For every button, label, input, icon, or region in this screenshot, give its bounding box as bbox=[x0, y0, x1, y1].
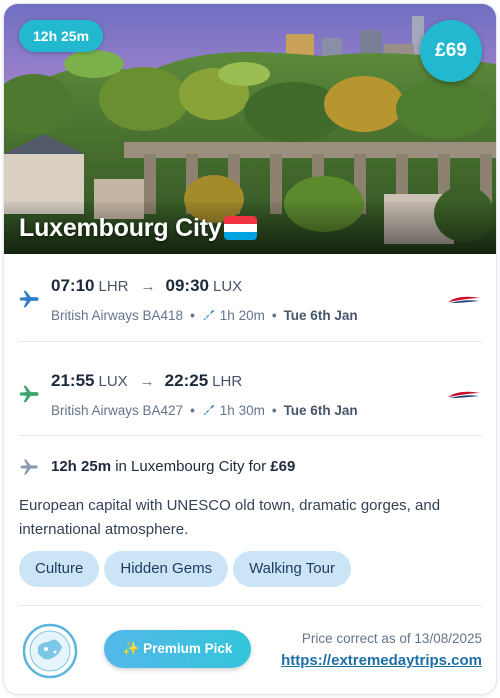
divider bbox=[19, 605, 482, 606]
hero-image: 12h 25m £69 Luxembourg City bbox=[4, 4, 496, 254]
british-airways-logo bbox=[448, 391, 480, 398]
tag-culture[interactable]: Culture bbox=[19, 551, 100, 587]
depart-time: 07:10 bbox=[51, 276, 95, 295]
flight-times: 21:55 LUX → 22:25 LHR bbox=[51, 371, 242, 391]
stay-location-text: in Luxembourg City for bbox=[111, 458, 271, 475]
plane-icon bbox=[202, 405, 214, 415]
trip-card[interactable]: 12h 25m £69 Luxembourg City 07:10 LHR → 09:… bbox=[4, 4, 496, 694]
return-flight[interactable]: 21:55 LUX → 22:25 LHR British Airways BA427 •… bbox=[4, 355, 496, 435]
price-correct-note: Price correct as of 13/08/2025 bbox=[301, 631, 482, 646]
outbound-flight[interactable]: 07:10 LHR → 09:30 LUX British Airways BA418 •… bbox=[4, 260, 496, 340]
airline-flight-number: British Airways BA418 bbox=[51, 308, 184, 323]
arrow-icon: → bbox=[140, 278, 156, 295]
tag-walking-tour[interactable]: Walking Tour bbox=[233, 551, 351, 587]
website-link[interactable]: https://extremedaytrips.com bbox=[281, 652, 482, 669]
plane-icon bbox=[20, 459, 38, 475]
flight-date: Tue 6th Jan bbox=[283, 403, 358, 418]
arrive-time: 09:30 bbox=[165, 276, 209, 295]
arrow-icon: → bbox=[139, 373, 155, 390]
arrive-airport: LHR bbox=[212, 373, 243, 390]
arrive-time: 22:25 bbox=[164, 371, 209, 390]
stay-price: £69 bbox=[270, 458, 296, 475]
price-badge: £69 bbox=[420, 20, 482, 82]
plane-takeoff-icon bbox=[19, 290, 39, 308]
destination-description: European capital with UNESCO old town, d… bbox=[19, 497, 441, 538]
trip-duration-badge: 12h 25m bbox=[19, 20, 104, 52]
plane-landing-icon bbox=[19, 385, 39, 403]
divider bbox=[19, 435, 482, 436]
plane-icon bbox=[202, 310, 214, 320]
depart-airport: LUX bbox=[98, 373, 128, 390]
luxembourg-flag-icon bbox=[224, 216, 257, 240]
flight-date: Tue 6th Jan bbox=[283, 308, 358, 323]
flight-meta: British Airways BA427 • 1h 30m • Tue 6th Jan bbox=[51, 403, 358, 418]
divider bbox=[19, 341, 482, 342]
depart-airport: LHR bbox=[98, 278, 129, 295]
premium-pick-button[interactable]: ✨ Premium Pick bbox=[104, 630, 251, 668]
flight-duration: 1h 20m bbox=[219, 308, 265, 323]
extreme-day-trips-logo bbox=[22, 623, 78, 679]
stay-duration: 12h 25m bbox=[51, 458, 112, 475]
flight-duration: 1h 30m bbox=[219, 403, 265, 418]
airline-flight-number: British Airways BA427 bbox=[51, 403, 184, 418]
stay-summary: 12h 25m in Luxembourg City for £69 bbox=[18, 456, 488, 478]
tag-hidden-gems[interactable]: Hidden Gems bbox=[104, 551, 229, 587]
destination-title: Luxembourg City bbox=[19, 214, 222, 242]
arrive-airport: LUX bbox=[212, 278, 243, 295]
flight-times: 07:10 LHR → 09:30 LUX bbox=[51, 276, 242, 296]
depart-time: 21:55 bbox=[51, 371, 95, 390]
flight-meta: British Airways BA418 • 1h 20m • Tue 6th Jan bbox=[51, 308, 358, 323]
tag-list: Culture Hidden Gems Walking Tour bbox=[19, 551, 356, 587]
british-airways-logo bbox=[448, 296, 480, 303]
